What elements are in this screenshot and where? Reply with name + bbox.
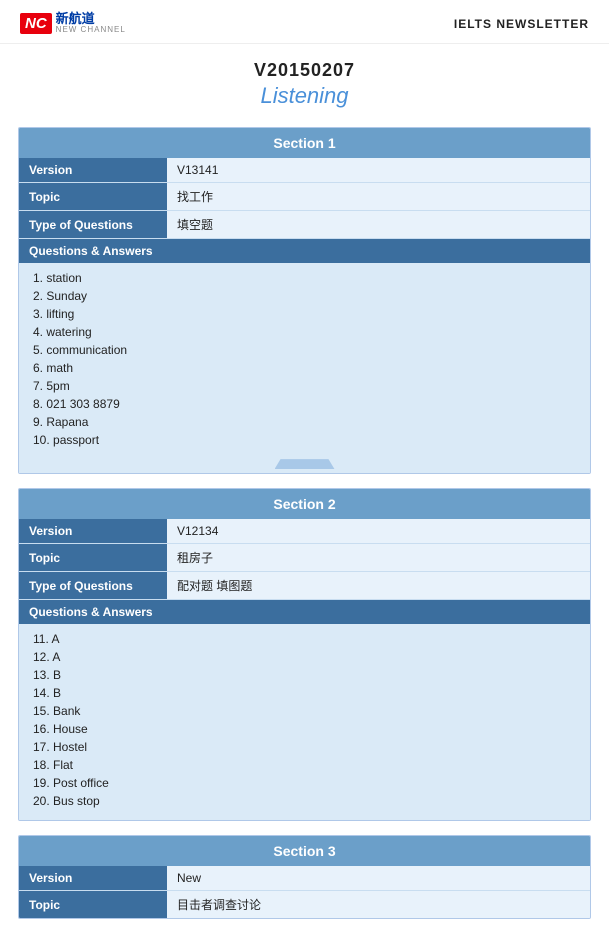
section-1-version-row: Version V13141 xyxy=(19,158,590,183)
list-item: 8. 021 303 8879 xyxy=(33,395,576,413)
section-1-topic-label: Topic xyxy=(19,183,167,210)
section-3-version-row: Version New xyxy=(19,866,590,891)
section-2-qa-label: Questions & Answers xyxy=(19,600,590,624)
section-1-topic-value: 找工作 xyxy=(167,183,590,210)
section-2-version-value: V12134 xyxy=(167,519,590,543)
section-3-topic-row: Topic 目击者调查讨论 xyxy=(19,891,590,918)
section-1-divider xyxy=(19,459,590,473)
section-3-topic-label: Topic xyxy=(19,891,167,918)
section-2-topic-row: Topic 租房子 xyxy=(19,544,590,572)
section-1-questions-value: 填空题 xyxy=(167,211,590,238)
list-item: 5. communication xyxy=(33,341,576,359)
section-1-block: Section 1 Version V13141 Topic 找工作 Type … xyxy=(18,127,591,474)
list-item: 15. Bank xyxy=(33,702,576,720)
section-1-qa-label: Questions & Answers xyxy=(19,239,590,263)
section-2-header: Section 2 xyxy=(19,489,590,519)
section-2-block: Section 2 Version V12134 Topic 租房子 Type … xyxy=(18,488,591,821)
section-1-version-value: V13141 xyxy=(167,158,590,182)
section-2-answers: 11. A 12. A 13. B 14. B 15. Bank 16. Hou… xyxy=(19,624,590,820)
list-item: 12. A xyxy=(33,648,576,666)
main-title-block: V20150207 Listening xyxy=(0,44,609,113)
section-2-questions-label: Type of Questions xyxy=(19,572,167,599)
list-item: 18. Flat xyxy=(33,756,576,774)
list-item: 16. House xyxy=(33,720,576,738)
list-item: 17. Hostel xyxy=(33,738,576,756)
list-item: 9. Rapana xyxy=(33,413,576,431)
section-3-version-value: New xyxy=(167,866,590,890)
section-2-version-row: Version V12134 xyxy=(19,519,590,544)
section-3-block: Section 3 Version New Topic 目击者调查讨论 xyxy=(18,835,591,919)
logo-cn: 新航道 xyxy=(56,12,126,26)
list-item: 1. station xyxy=(33,269,576,287)
divider-arrow-icon xyxy=(275,459,335,469)
section-1-version-label: Version xyxy=(19,158,167,182)
section-3-version-label: Version xyxy=(19,866,167,890)
logo: NC 新航道 NEW CHANNEL xyxy=(20,12,126,35)
list-item: 14. B xyxy=(33,684,576,702)
list-item: 19. Post office xyxy=(33,774,576,792)
list-item: 7. 5pm xyxy=(33,377,576,395)
section-2-version-label: Version xyxy=(19,519,167,543)
section-1-topic-row: Topic 找工作 xyxy=(19,183,590,211)
list-item: 3. lifting xyxy=(33,305,576,323)
section-3-topic-value: 目击者调查讨论 xyxy=(167,891,590,918)
section-1-answers: 1. station 2. Sunday 3. lifting 4. water… xyxy=(19,263,590,459)
logo-text-block: 新航道 NEW CHANNEL xyxy=(56,12,126,35)
version-title: V20150207 xyxy=(0,60,609,81)
list-item: 2. Sunday xyxy=(33,287,576,305)
section-2-questions-value: 配对题 填图题 xyxy=(167,572,590,599)
section-1-header: Section 1 xyxy=(19,128,590,158)
section-1-questions-row: Type of Questions 填空题 xyxy=(19,211,590,239)
list-item: 13. B xyxy=(33,666,576,684)
list-item: 4. watering xyxy=(33,323,576,341)
logo-en: NEW CHANNEL xyxy=(56,26,126,35)
list-item: 20. Bus stop xyxy=(33,792,576,810)
section-1-questions-label: Type of Questions xyxy=(19,211,167,238)
logo-nc-text: NC xyxy=(25,15,47,32)
subtitle: Listening xyxy=(0,83,609,109)
header: NC 新航道 NEW CHANNEL IELTS NEWSLETTER xyxy=(0,0,609,44)
section-2-topic-label: Topic xyxy=(19,544,167,571)
list-item: 11. A xyxy=(33,630,576,648)
newsletter-title: IELTS NEWSLETTER xyxy=(454,17,589,31)
list-item: 6. math xyxy=(33,359,576,377)
section-2-topic-value: 租房子 xyxy=(167,544,590,571)
list-item: 10. passport xyxy=(33,431,576,449)
section-2-questions-row: Type of Questions 配对题 填图题 xyxy=(19,572,590,600)
section-3-header: Section 3 xyxy=(19,836,590,866)
logo-nc-box: NC xyxy=(20,13,52,34)
